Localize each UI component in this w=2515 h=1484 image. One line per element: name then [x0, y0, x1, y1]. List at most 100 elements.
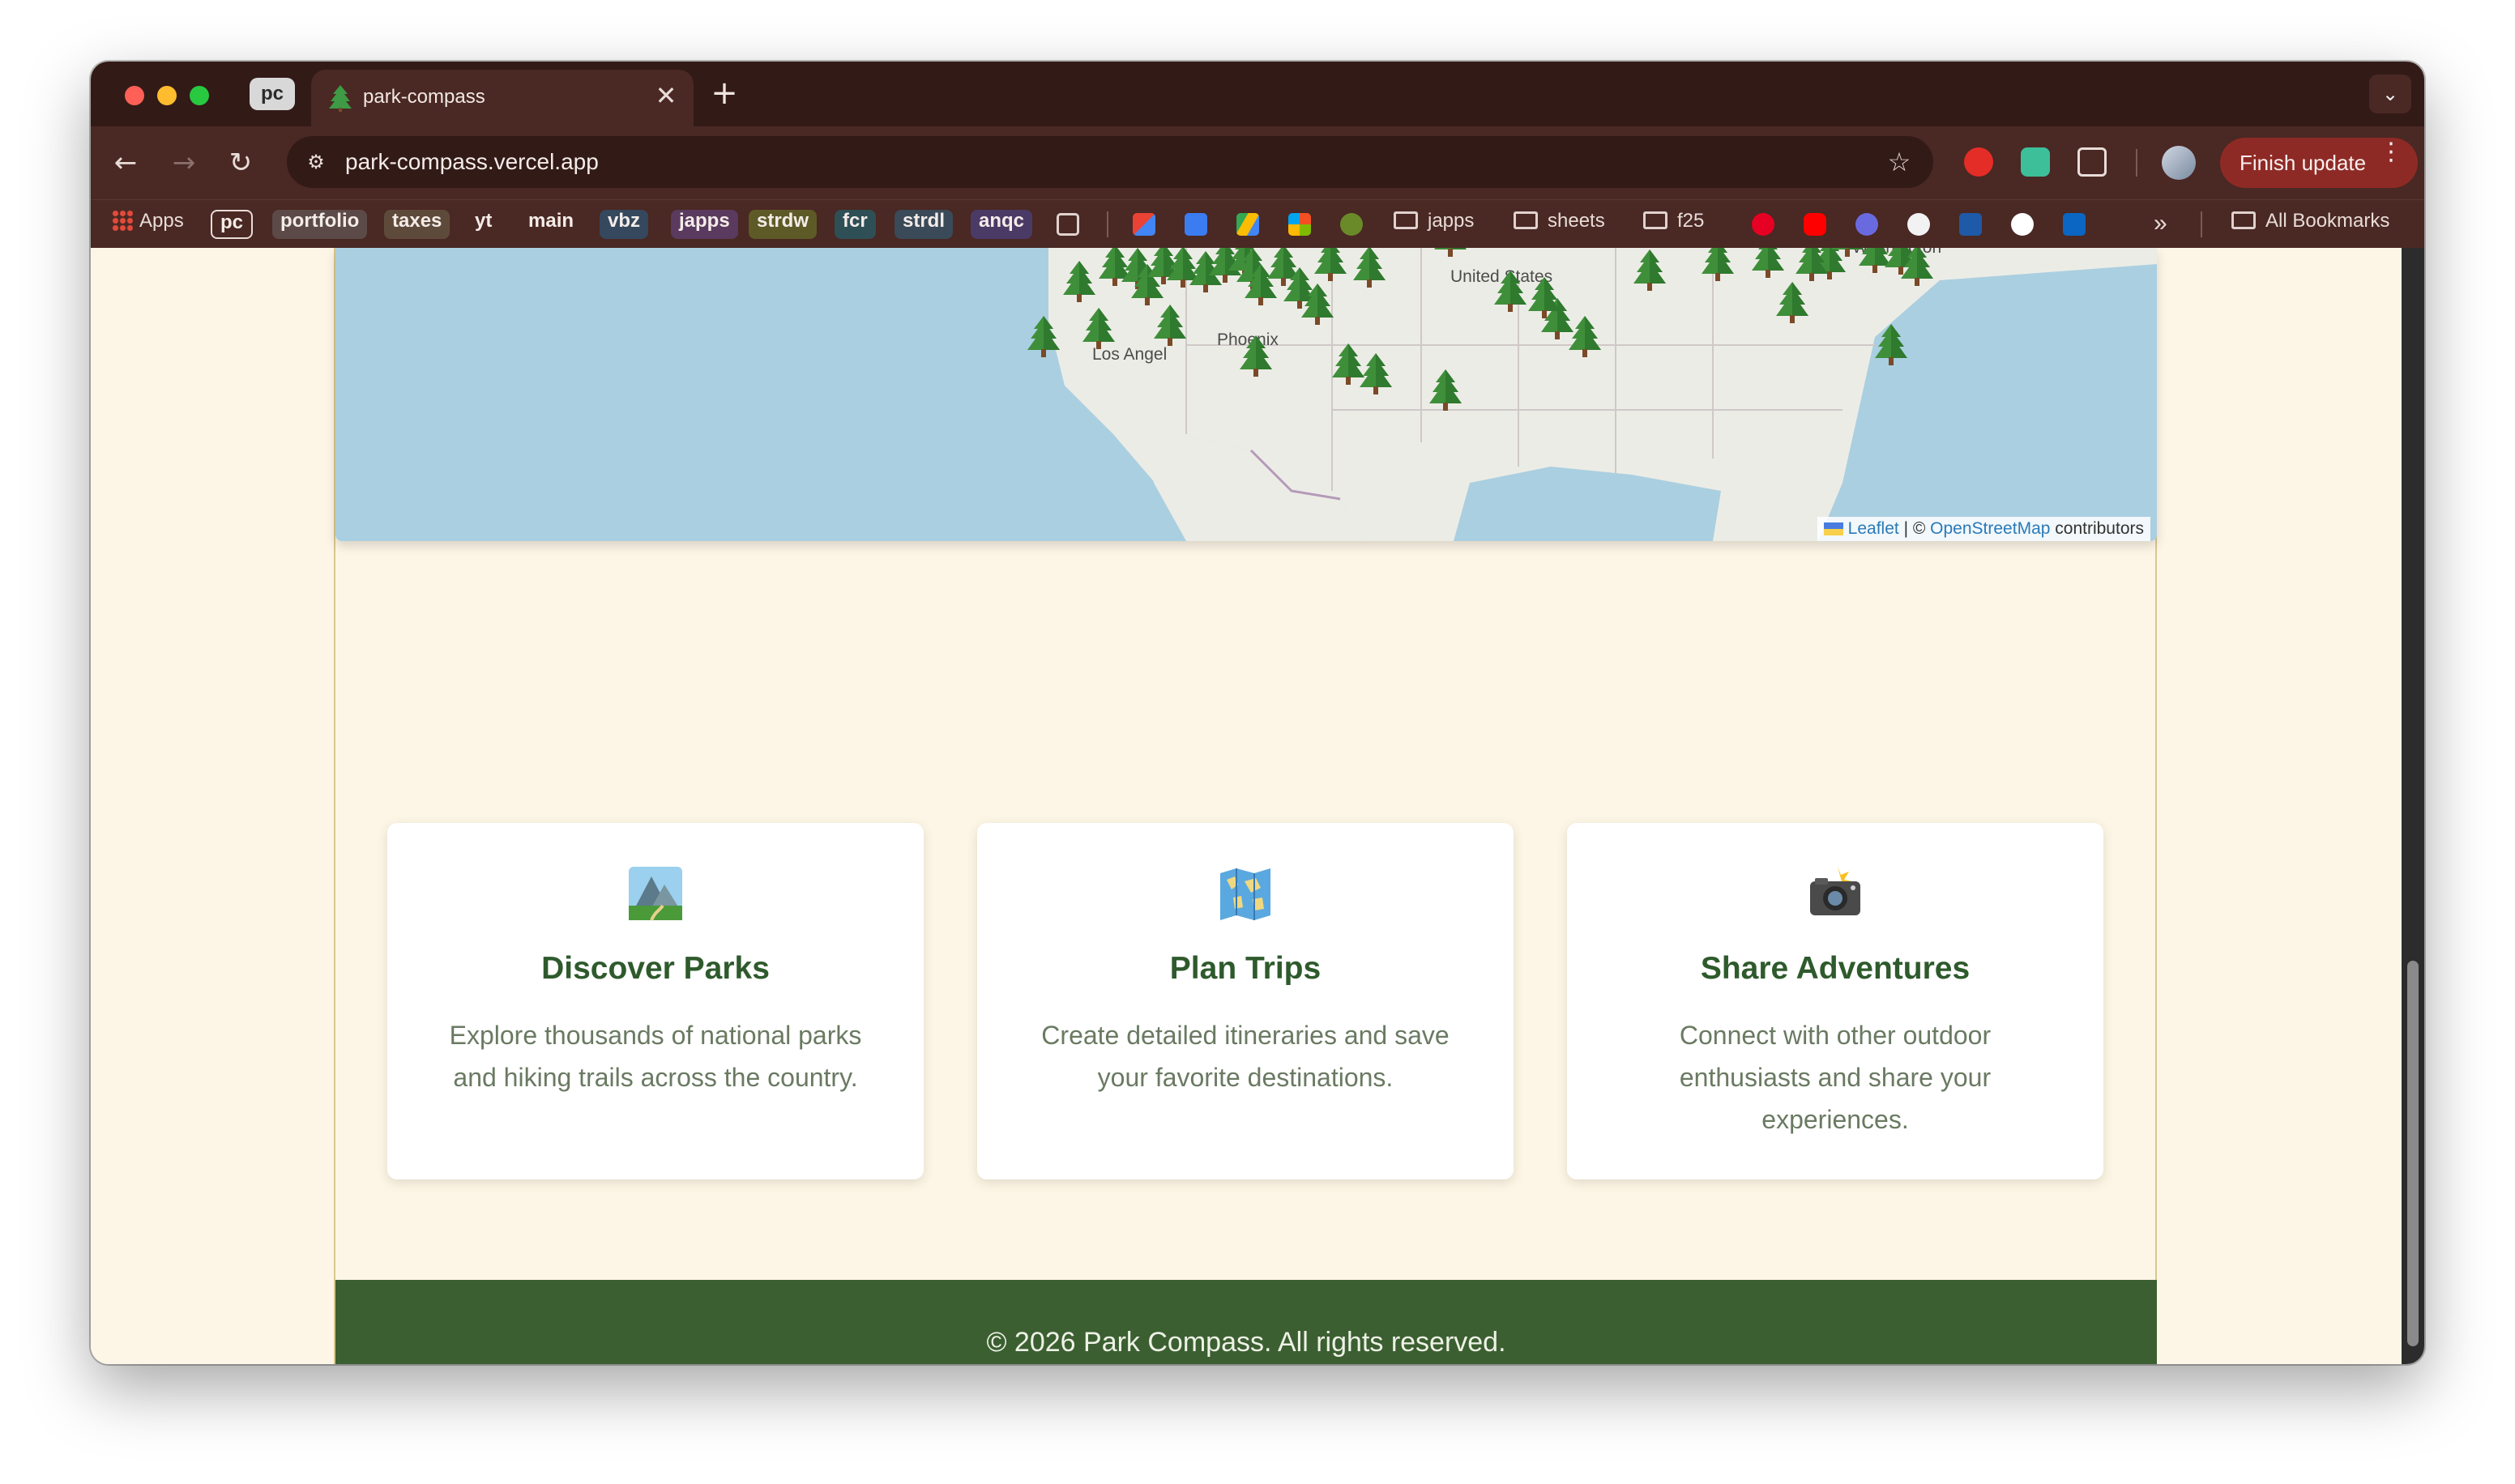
park-marker-tree-icon[interactable]	[1700, 248, 1736, 287]
bookmark-chip-vbz[interactable]: vbz	[600, 210, 649, 239]
park-marker-tree-icon[interactable]	[1351, 248, 1387, 293]
leaflet-link[interactable]: Leaflet	[1848, 519, 1899, 538]
linkedin-icon[interactable]	[2063, 213, 2086, 236]
profile-avatar[interactable]	[2162, 146, 2196, 180]
bookmark-chip-yt[interactable]: yt	[467, 210, 500, 239]
forward-arrow-icon[interactable]: →	[165, 144, 203, 181]
camera-flash-icon	[1810, 867, 1860, 915]
tab-group-label[interactable]: pc	[250, 78, 296, 110]
extensions-puzzle-icon[interactable]	[2077, 147, 2107, 177]
extension-teal-icon[interactable]	[2021, 147, 2050, 177]
bookmark-folder-sheets[interactable]: sheets	[1514, 210, 1605, 239]
tab-search-button[interactable]: ⌄	[2369, 75, 2411, 113]
park-marker-tree-icon[interactable]	[1300, 284, 1335, 330]
extension-stop-icon[interactable]	[1964, 147, 1993, 177]
park-marker-tree-icon[interactable]	[1567, 316, 1603, 363]
folder-label: f25	[1677, 210, 1705, 232]
url-text[interactable]: park-compass.vercel.app	[345, 149, 599, 175]
feature-card-plan: Plan Trips Create detailed itineraries a…	[977, 823, 1514, 1179]
app-a-icon[interactable]	[1959, 213, 1982, 236]
park-marker-tree-icon[interactable]	[1061, 261, 1097, 308]
tab-grid-icon[interactable]	[1057, 213, 1079, 236]
page-viewport: United States Phoenix Los Angeles Washin…	[91, 248, 2424, 1364]
browser-toolbar: ← → ↻ ⚙ park-compass.vercel.app ☆ Finish…	[91, 126, 2424, 199]
bookmark-chip-main[interactable]: main	[520, 210, 582, 239]
bookmark-chip-strdw[interactable]: strdw	[749, 210, 818, 239]
custom-extension-icon[interactable]	[1855, 213, 1878, 236]
address-bar[interactable]: ⚙ park-compass.vercel.app ☆	[287, 136, 1933, 188]
park-marker-tree-icon[interactable]	[1238, 335, 1274, 382]
tab-strip: pc park-compass ✕ + ⌄	[91, 62, 2424, 126]
feature-title: Discover Parks	[541, 951, 770, 986]
park-marker-tree-icon[interactable]	[1794, 248, 1830, 287]
attribution-suffix: contributors	[2050, 519, 2144, 538]
bookmark-chip-pc[interactable]: pc	[211, 210, 254, 239]
bookmark-folder-f25[interactable]: f25	[1643, 210, 1704, 239]
bookmark-star-icon[interactable]: ☆	[1883, 146, 1915, 178]
youtube-icon[interactable]	[1804, 213, 1826, 236]
google-drive-icon[interactable]	[1236, 213, 1259, 236]
close-tab-icon[interactable]: ✕	[651, 81, 681, 110]
reload-icon[interactable]: ↻	[222, 144, 259, 181]
park-marker-tree-icon[interactable]	[1527, 277, 1562, 324]
folder-icon	[2231, 211, 2256, 229]
folder-icon	[1394, 211, 1418, 229]
folder-label: japps	[1428, 210, 1475, 232]
world-map-icon	[1220, 868, 1270, 920]
finish-update-button[interactable]: Finish update ⋮	[2220, 138, 2418, 188]
tab-park-compass[interactable]: park-compass ✕	[311, 70, 694, 126]
minimize-window-button[interactable]	[157, 86, 177, 105]
park-marker-tree-icon[interactable]	[1899, 248, 1935, 292]
calendar-icon[interactable]	[1185, 213, 1207, 236]
park-marker-tree-icon[interactable]	[1750, 248, 1786, 284]
park-marker-tree-icon[interactable]	[1358, 353, 1394, 400]
bookmark-chip-portfolio[interactable]: portfolio	[272, 210, 368, 239]
evergreen-tree-icon	[329, 85, 352, 112]
new-tab-button[interactable]: +	[708, 77, 741, 110]
maximize-window-button[interactable]	[190, 86, 209, 105]
park-marker-tree-icon[interactable]	[1492, 271, 1528, 318]
park-marker-tree-icon[interactable]	[1433, 248, 1468, 262]
scrollbar-thumb[interactable]	[2407, 961, 2419, 1346]
pinterest-icon[interactable]	[1752, 213, 1774, 236]
bookmark-chip-fcr[interactable]: fcr	[835, 210, 876, 239]
back-arrow-icon[interactable]: ←	[107, 144, 144, 181]
finish-update-label: Finish update	[2240, 151, 2367, 175]
openstreetmap-link[interactable]: OpenStreetMap	[1930, 519, 2050, 538]
close-window-button[interactable]	[125, 86, 144, 105]
openai-icon[interactable]	[2011, 213, 2034, 236]
bookmark-apps[interactable]: Apps	[112, 210, 184, 239]
feature-card-share: Share Adventures Connect with other outd…	[1567, 823, 2103, 1179]
bookmark-chip-strdl[interactable]: strdl	[895, 210, 954, 239]
sprout-icon[interactable]	[1340, 213, 1363, 236]
tab-title: park-compass	[363, 86, 485, 108]
more-menu-icon[interactable]: ⋮	[2379, 138, 2403, 166]
toolbar-divider	[2136, 149, 2137, 177]
bookmark-folder-japps[interactable]: japps	[1394, 210, 1474, 239]
parks-map[interactable]: United States Phoenix Los Angeles Washin…	[335, 248, 2157, 541]
park-marker-tree-icon[interactable]	[1026, 316, 1061, 363]
attribution-separator: | ©	[1898, 519, 1931, 538]
bookmarks-overflow-icon[interactable]: »	[2154, 210, 2167, 239]
github-icon[interactable]	[1907, 213, 1930, 236]
microsoft-icon[interactable]	[1288, 213, 1311, 236]
park-marker-tree-icon[interactable]	[1873, 324, 1909, 371]
bookmark-chip-taxes[interactable]: taxes	[384, 210, 450, 239]
park-marker-tree-icon[interactable]	[1313, 248, 1348, 287]
park-marker-tree-icon[interactable]	[1632, 249, 1667, 296]
bookmarks-bar: Apps pc portfolio taxes yt main vbz japp…	[91, 199, 2424, 248]
feature-description: Create detailed itineraries and save you…	[1041, 1021, 1450, 1092]
park-marker-tree-icon[interactable]	[1428, 369, 1463, 416]
park-marker-tree-icon[interactable]	[1774, 282, 1810, 329]
bookmarks-divider	[1107, 211, 1108, 237]
page-scrollbar[interactable]	[2402, 248, 2424, 1364]
bookmark-chip-anqc[interactable]: anqc	[971, 210, 1033, 239]
park-marker-tree-icon[interactable]	[1830, 248, 1865, 262]
gmail-icon[interactable]	[1133, 213, 1155, 236]
park-marker-tree-icon[interactable]	[1152, 305, 1188, 352]
all-bookmarks-button[interactable]: All Bookmarks	[2231, 210, 2389, 239]
park-marker-tree-icon[interactable]	[1081, 308, 1117, 355]
bookmark-chip-japps[interactable]: japps	[671, 210, 738, 239]
bookmark-apps-label: Apps	[139, 210, 184, 232]
site-settings-icon[interactable]: ⚙	[301, 147, 331, 177]
